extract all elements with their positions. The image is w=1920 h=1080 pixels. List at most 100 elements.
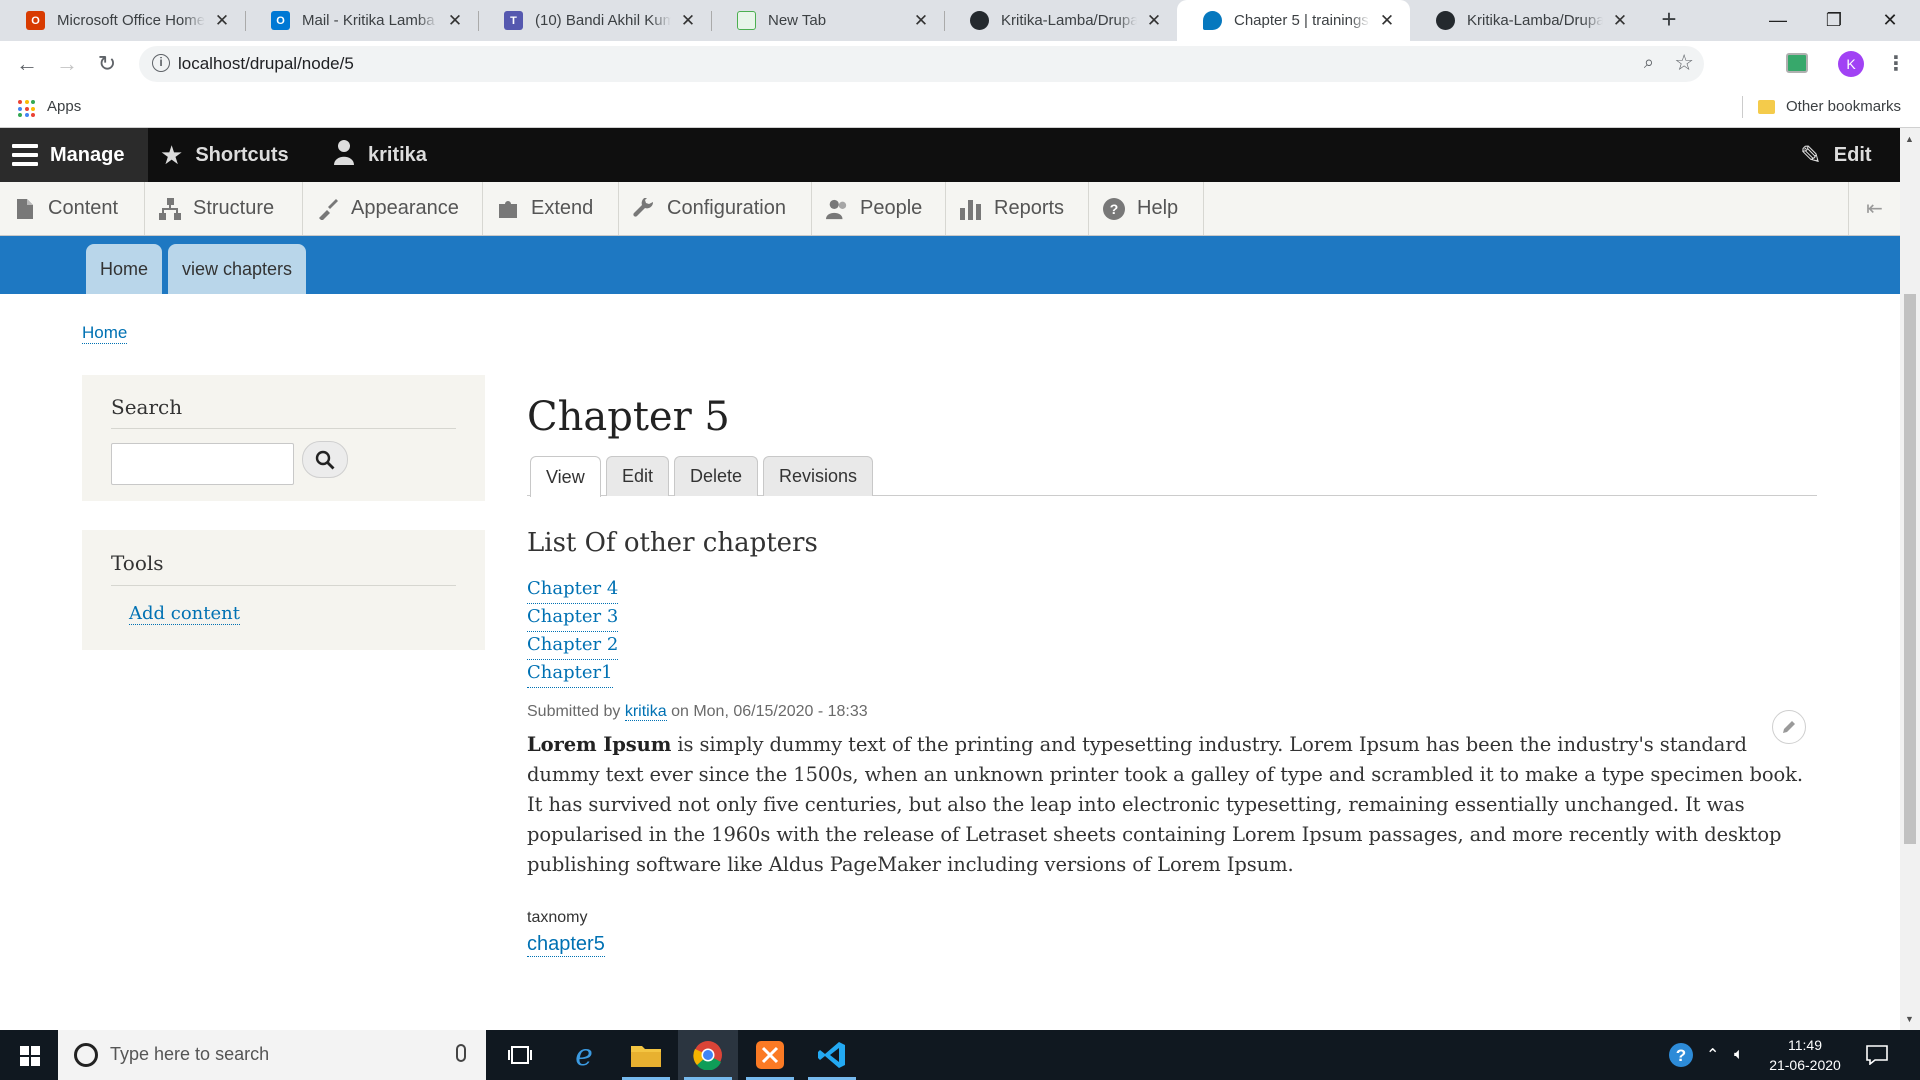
taxonomy-term-link[interactable]: chapter5	[527, 933, 605, 957]
tray-item-reports[interactable]: Reports	[946, 182, 1089, 235]
svg-text:?: ?	[1110, 201, 1119, 217]
scrollbar-thumb[interactable]	[1904, 294, 1916, 844]
user-menu[interactable]: kritika	[332, 128, 427, 182]
close-window-button[interactable]: ✕	[1860, 0, 1920, 41]
site-info-icon[interactable]: i	[152, 54, 170, 72]
chapter-link[interactable]: Chapter 3	[527, 604, 619, 632]
close-tab-icon[interactable]: ✕	[1611, 11, 1629, 31]
manage-menu[interactable]: Manage	[0, 128, 149, 182]
tray-label: Extend	[531, 197, 594, 219]
address-bar[interactable]: i localhost/drupal/node/5 ⌕ ☆	[139, 46, 1704, 82]
menu-home[interactable]: Home	[86, 244, 163, 294]
browser-tab-active[interactable]: Chapter 5 | trainingsite ✕	[1177, 0, 1410, 41]
breadcrumb-home[interactable]: Home	[82, 323, 128, 344]
body-text: is simply dummy text of the printing and…	[527, 733, 1803, 876]
search-input[interactable]	[111, 443, 294, 485]
zoom-icon[interactable]: ⌕	[1644, 52, 1654, 73]
edit-toggle[interactable]: ✎ Edit	[1800, 128, 1872, 182]
close-tab-icon[interactable]: ✕	[1145, 11, 1163, 31]
other-bookmarks[interactable]: Other bookmarks	[1786, 98, 1901, 115]
cortana-icon	[74, 1043, 98, 1067]
add-content-link[interactable]: Add content	[129, 603, 240, 625]
volume-icon[interactable]: 🔈︎	[1734, 1030, 1744, 1080]
file-explorer-icon[interactable]	[616, 1030, 676, 1080]
tray-item-content[interactable]: Content	[0, 182, 145, 235]
tab-delete[interactable]: Delete	[674, 456, 759, 496]
menu-view-chapters[interactable]: view chapters	[168, 244, 307, 294]
reload-button[interactable]: ↻	[93, 50, 121, 78]
apps-icon[interactable]	[18, 100, 35, 117]
office-icon: O	[26, 11, 45, 30]
github-icon	[1436, 11, 1455, 30]
chapter-link[interactable]: Chapter1	[527, 660, 613, 688]
back-button[interactable]: ←	[13, 50, 41, 78]
browser-tab[interactable]: O Mail - Kritika Lamba - Outlook ✕	[245, 0, 478, 41]
microphone-icon[interactable]	[456, 1044, 466, 1062]
chapter-link[interactable]: Chapter 2	[527, 632, 619, 660]
windows-start-icon[interactable]	[20, 1046, 40, 1066]
chrome-menu-icon[interactable]: ⋮	[1886, 51, 1906, 76]
author-link[interactable]: kritika	[624, 703, 667, 721]
tab-edit[interactable]: Edit	[606, 456, 670, 496]
chapter-link[interactable]: Chapter 4	[527, 576, 619, 604]
close-tab-icon[interactable]: ✕	[213, 11, 231, 31]
clock-time: 11:49	[1788, 1037, 1822, 1053]
xampp-icon[interactable]	[740, 1030, 800, 1080]
submitted-info: Submitted by kritika on Mon, 06/15/2020 …	[527, 703, 868, 721]
tray-label: Structure	[193, 197, 275, 219]
extension-icon[interactable]	[1786, 53, 1808, 73]
hamburger-icon	[12, 144, 38, 166]
close-tab-icon[interactable]: ✕	[1378, 11, 1396, 31]
shortcuts-menu[interactable]: ★ Shortcuts	[160, 128, 289, 182]
apps-label[interactable]: Apps	[47, 98, 81, 115]
wrench-icon	[633, 197, 655, 221]
tab-title: Kritika-Lamba/Drupal_Chapters	[1467, 12, 1603, 29]
new-tab-button[interactable]: +	[1655, 6, 1683, 34]
search-button[interactable]	[302, 441, 348, 478]
minimize-button[interactable]: —	[1748, 0, 1808, 41]
page-scrollbar[interactable]: ▲ ▼	[1900, 128, 1920, 1030]
shortcuts-label: Shortcuts	[195, 143, 289, 166]
system-clock[interactable]: 11:49 21-06-2020	[1760, 1035, 1850, 1075]
tray-label: Reports	[994, 197, 1065, 219]
url-text[interactable]: localhost/drupal/node/5	[178, 54, 354, 74]
browser-tab[interactable]: Kritika-Lamba/Drupal_Chapters ✕	[944, 0, 1177, 41]
help-tray-icon[interactable]: ?	[1668, 1030, 1694, 1080]
windows-taskbar: Type here to search e ? ⌃ 🔈︎ 11:49 21-06…	[0, 1030, 1920, 1080]
tab-revisions[interactable]: Revisions	[763, 456, 874, 496]
close-tab-icon[interactable]: ✕	[912, 11, 930, 31]
notifications-icon[interactable]	[1866, 1030, 1888, 1080]
task-view-icon[interactable]	[490, 1030, 550, 1080]
local-tasks: View Edit Delete Revisions	[527, 456, 1817, 497]
tray-item-structure[interactable]: Structure	[145, 182, 303, 235]
tab-title: Kritika-Lamba/Drupal_Chapters	[1001, 12, 1137, 29]
forward-button[interactable]: →	[53, 50, 81, 78]
tray-item-configuration[interactable]: Configuration	[619, 182, 812, 235]
tab-view[interactable]: View	[530, 456, 601, 497]
tray-item-people[interactable]: People	[812, 182, 946, 235]
chapter-list: Chapter 4 Chapter 3 Chapter 2 Chapter1	[527, 576, 619, 688]
tray-item-help[interactable]: ? Help	[1089, 182, 1204, 235]
chevron-up-icon[interactable]: ⌃	[1706, 1030, 1719, 1080]
browser-tab[interactable]: New Tab ✕	[711, 0, 944, 41]
tray-item-extend[interactable]: Extend	[483, 182, 619, 235]
tray-item-appearance[interactable]: Appearance	[303, 182, 483, 235]
edge-icon[interactable]: e	[554, 1030, 614, 1080]
taskbar-search[interactable]: Type here to search	[58, 1030, 486, 1080]
submitted-prefix: Submitted by	[527, 703, 621, 720]
tray-orientation-toggle[interactable]: ⇤	[1848, 182, 1900, 235]
browser-tab[interactable]: Kritika-Lamba/Drupal_Chapters ✕	[1410, 0, 1643, 41]
close-tab-icon[interactable]: ✕	[446, 11, 464, 31]
star-icon: ★	[160, 139, 184, 170]
profile-avatar[interactable]: K	[1838, 51, 1864, 77]
browser-tab[interactable]: T (10) Bandi Akhil Kumar | Microsoft Tea…	[478, 0, 711, 41]
taxonomy-label: taxnomy	[527, 909, 588, 926]
chrome-icon[interactable]	[678, 1030, 738, 1080]
browser-tab[interactable]: O Microsoft Office Home ✕	[0, 0, 245, 41]
bookmark-star-icon[interactable]: ☆	[1674, 50, 1694, 76]
tools-block: Tools Add content	[82, 530, 485, 650]
close-tab-icon[interactable]: ✕	[679, 11, 697, 31]
tray-label: Configuration	[667, 197, 786, 219]
restore-button[interactable]: ❐	[1804, 0, 1864, 41]
vscode-icon[interactable]	[802, 1030, 862, 1080]
